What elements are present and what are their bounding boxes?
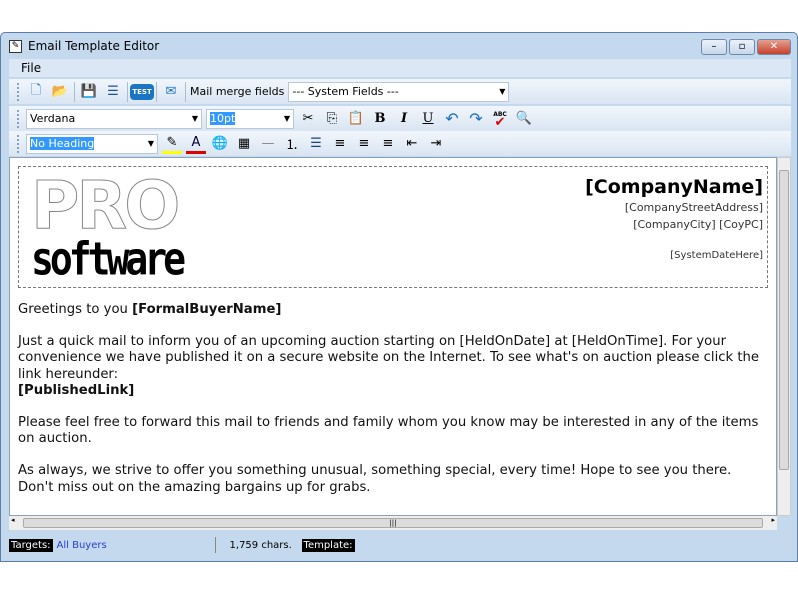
targets-link[interactable]: All Buyers bbox=[57, 540, 215, 551]
bold-button[interactable]: B bbox=[370, 109, 390, 129]
test-icon[interactable]: TEST bbox=[130, 82, 154, 102]
table-icon[interactable]: ▦ bbox=[234, 134, 254, 154]
company-city: [CompanyCity] [CoyPC] bbox=[633, 218, 763, 231]
window-title: Email Template Editor bbox=[28, 39, 160, 53]
list-icon[interactable]: ☰ bbox=[103, 82, 123, 102]
format-toolbar: Verdana ▼ 10pt ▼ ✂ ⎘ 📋 B I U ↶ ↷ ABC ✔ 🔍 bbox=[9, 106, 791, 131]
heading-select[interactable]: No Heading ▼ bbox=[26, 133, 158, 154]
underline-button[interactable]: U bbox=[418, 109, 438, 129]
menu-file[interactable]: File bbox=[21, 61, 41, 75]
app-icon: ✎ bbox=[9, 39, 22, 53]
paste-icon[interactable]: 📋 bbox=[346, 109, 366, 129]
maximize-button[interactable]: ▫ bbox=[729, 39, 755, 55]
system-date: [SystemDateHere] bbox=[670, 250, 763, 261]
status-bar: Targets: All Buyers 1,759 chars. Templat… bbox=[9, 535, 791, 555]
main-toolbar: 🗋 📂 💾 ☰ TEST ✉ Mail merge fields --- Sys… bbox=[9, 79, 791, 104]
cut-icon[interactable]: ✂ bbox=[298, 109, 318, 129]
toolbar-grip[interactable] bbox=[17, 82, 20, 101]
highlight-icon[interactable]: ✎ bbox=[162, 134, 182, 154]
send-email-icon[interactable]: ✉ bbox=[161, 82, 181, 102]
horizontal-rule-icon[interactable]: — bbox=[258, 134, 278, 154]
minimize-button[interactable]: – bbox=[701, 39, 727, 55]
save-icon[interactable]: 💾 bbox=[79, 82, 99, 102]
italic-button[interactable]: I bbox=[394, 109, 414, 129]
indent-icon[interactable]: ⇥ bbox=[426, 134, 446, 154]
mail-merge-select[interactable]: --- System Fields --- ▼ bbox=[288, 81, 510, 102]
menu-bar: File bbox=[9, 59, 791, 77]
window: ✎ Email Template Editor – ▫ ✕ File 🗋 📂 💾… bbox=[0, 32, 798, 562]
close-button[interactable]: ✕ bbox=[757, 39, 791, 55]
outdent-icon[interactable]: ⇤ bbox=[402, 134, 422, 154]
hyperlink-icon[interactable]: 🌐 bbox=[210, 134, 230, 154]
copy-icon[interactable]: ⎘ bbox=[322, 109, 342, 129]
font-size-select[interactable]: 10pt ▼ bbox=[206, 108, 294, 129]
mail-merge-label: Mail merge fields bbox=[190, 85, 285, 98]
new-document-icon[interactable]: 🗋 bbox=[26, 82, 46, 102]
vertical-scrollbar[interactable] bbox=[777, 157, 791, 516]
paragraph-toolbar: No Heading ▼ ✎ A 🌐 ▦ — ⒈ ☰ ≡ ≡ ≡ ⇤ ⇥ bbox=[9, 131, 791, 156]
company-name: [CompanyName] bbox=[585, 176, 763, 198]
chevron-down-icon: ▼ bbox=[499, 86, 506, 96]
buyer-name-field: [FormalBuyerName] bbox=[132, 302, 282, 317]
spellcheck-icon[interactable]: ABC ✔ bbox=[490, 109, 510, 129]
company-street: [CompanyStreetAddress] bbox=[624, 201, 763, 214]
find-icon[interactable]: 🔍 bbox=[514, 109, 534, 129]
bullet-list-icon[interactable]: ☰ bbox=[306, 134, 326, 154]
email-editor[interactable]: PRO software [CompanyName] [CompanyStreet… bbox=[9, 157, 777, 516]
font-select[interactable]: Verdana ▼ bbox=[26, 108, 202, 129]
font-color-icon[interactable]: A bbox=[186, 134, 206, 154]
open-folder-icon[interactable]: 📂 bbox=[50, 82, 70, 102]
undo-icon[interactable]: ↶ bbox=[442, 109, 462, 129]
align-center-icon[interactable]: ≡ bbox=[354, 134, 374, 154]
email-body: Greetings to you [FormalBuyerName] Just … bbox=[18, 302, 759, 495]
horizontal-scrollbar[interactable]: ◂ ||| ▸ bbox=[9, 516, 777, 530]
align-right-icon[interactable]: ≡ bbox=[378, 134, 398, 154]
align-left-icon[interactable]: ≡ bbox=[330, 134, 350, 154]
letterhead: PRO software [CompanyName] [CompanyStreet… bbox=[18, 166, 768, 288]
redo-icon[interactable]: ↷ bbox=[466, 109, 486, 129]
char-count: 1,759 chars. bbox=[229, 539, 292, 551]
targets-label: Targets: bbox=[9, 538, 53, 552]
title-bar: ✎ Email Template Editor bbox=[9, 39, 159, 53]
numbered-list-icon[interactable]: ⒈ bbox=[282, 134, 302, 154]
published-link-field: [PublishedLink] bbox=[18, 382, 135, 398]
template-label: Template: bbox=[301, 538, 355, 552]
company-logo: PRO software bbox=[30, 167, 186, 286]
